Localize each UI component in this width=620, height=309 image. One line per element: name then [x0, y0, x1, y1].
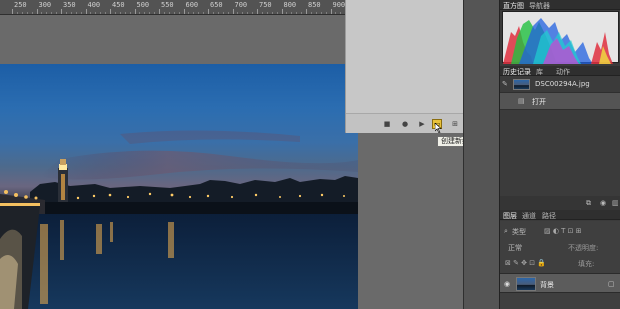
horizontal-ruler: 250 300 350 400 450 500 550 600 650 700 750 800 850 9… [0, 0, 345, 15]
panel-dock-gap [463, 0, 499, 309]
tab-histogram[interactable]: 直方图 [503, 1, 524, 11]
right-panel-dock: 直方图 导航器 历史记录 库 动作 ✎ DSC00294A.jpg ▤ 打开 ⧉… [499, 0, 620, 309]
tab-navigator[interactable]: 导航器 [529, 1, 550, 11]
histogram-chart [502, 11, 619, 64]
layer-filter-select[interactable]: 类型 [512, 227, 526, 237]
history-item-label: 打开 [532, 98, 546, 106]
history-snapshot-item[interactable]: ✎ DSC00294A.jpg [500, 76, 620, 93]
ruler-label: 800 [283, 1, 297, 9]
eye-icon[interactable]: ◉ [504, 280, 510, 288]
layer-row[interactable]: ◉ 背景 ▢ [500, 273, 620, 293]
ruler-label: 700 [234, 1, 248, 9]
ruler-label: 300 [38, 1, 52, 9]
play-icon[interactable]: ▶ [417, 119, 427, 129]
trash-icon[interactable]: ▥ [612, 199, 619, 207]
filter-type-icon: ⌕ [504, 227, 508, 235]
history-state-item[interactable]: ▤ 打开 [500, 93, 620, 110]
tab-paths[interactable]: 路径 [542, 211, 556, 221]
ruler-label: 650 [210, 1, 223, 9]
blend-mode-select[interactable]: 正常 [508, 243, 522, 253]
tab-channels[interactable]: 通道 [522, 211, 536, 221]
history-item-label: DSC00294A.jpg [535, 80, 590, 88]
create-new-action-icon[interactable]: ⊞ [450, 119, 460, 129]
ruler-label: 250 [14, 1, 27, 9]
record-icon[interactable]: ● [400, 119, 410, 129]
new-document-from-state-icon[interactable]: ⧉ [586, 199, 591, 208]
blend-mode-row: 正常 不透明度: [500, 241, 620, 254]
history-list: ✎ DSC00294A.jpg ▤ 打开 [500, 76, 620, 110]
fill-label: 填充: [578, 260, 595, 268]
brush-icon: ✎ [502, 80, 508, 88]
snapshot-thumbnail [513, 79, 530, 90]
ruler-label: 900 [332, 1, 346, 9]
ruler-label: 350 [63, 1, 76, 9]
ruler-label: 850 [308, 1, 321, 9]
ruler-label: 450 [112, 1, 125, 9]
mouse-cursor-icon [435, 123, 442, 133]
layers-tabs: 图层 通道 路径 [500, 210, 620, 220]
camera-icon[interactable]: ◉ [600, 199, 606, 207]
lock-icons[interactable]: ⊠ ✎ ✥ ⊡ 🔒 [505, 259, 546, 267]
tab-layers[interactable]: 图层 [503, 211, 517, 221]
layers-panel: ⌕ 类型 ▨ ◐ T ⊡ ⊞ 正常 不透明度: ⊠ ✎ ✥ ⊡ 🔒 填充: ◉ … [500, 221, 620, 309]
ruler-label: 500 [136, 1, 150, 9]
history-toolbar: ⧉ ◉ ▥ [500, 196, 620, 210]
layer-filter-row: ⌕ 类型 ▨ ◐ T ⊡ ⊞ [500, 225, 620, 238]
layer-name: 背景 [540, 281, 554, 289]
opacity-label: 不透明度: [568, 244, 599, 252]
histogram-tabs: 直方图 导航器 [500, 0, 620, 10]
ruler-label: 400 [87, 1, 101, 9]
document-icon: ▤ [518, 97, 525, 105]
ruler-label: 550 [161, 1, 174, 9]
ruler-label: 600 [185, 1, 199, 9]
document-image[interactable] [0, 64, 358, 309]
lock-row: ⊠ ✎ ✥ ⊡ 🔒 填充: [500, 257, 620, 270]
ruler-label: 750 [259, 1, 272, 9]
lock-icon: ▢ [608, 280, 615, 288]
history-tabs: 历史记录 库 动作 [500, 66, 620, 76]
canvas-workspace-right[interactable] [345, 133, 463, 309]
stop-playing-icon[interactable]: ■ [382, 119, 392, 129]
filter-icons[interactable]: ▨ ◐ T ⊡ ⊞ [544, 227, 582, 235]
layer-thumbnail [516, 277, 536, 291]
